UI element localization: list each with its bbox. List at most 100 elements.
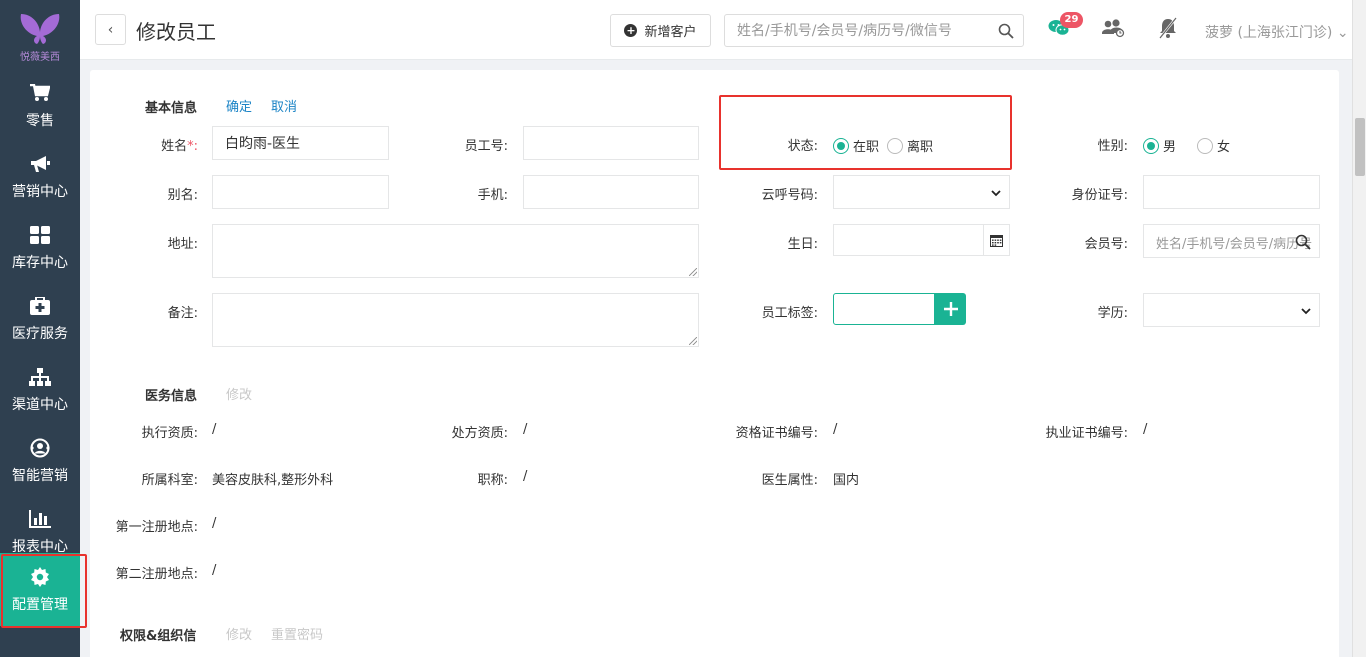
cert-no-value: / — [833, 422, 838, 437]
new-customer-button[interactable]: + 新增客户 — [610, 14, 711, 47]
status-active-radio[interactable]: 在职 — [833, 136, 879, 155]
doctor-attr-label: 医生属性: — [761, 473, 818, 488]
radio-unchecked-icon — [1197, 137, 1213, 154]
remark-textarea[interactable] — [212, 293, 699, 347]
team-icon[interactable] — [1101, 16, 1125, 40]
gender-option-label: 女 — [1217, 140, 1231, 155]
gender-male-radio[interactable]: 男 — [1143, 136, 1176, 155]
status-resigned-radio[interactable]: 离职 — [887, 136, 933, 155]
user-name: 菠萝 (上海张江门诊) — [1205, 25, 1333, 41]
member-placeholder: 姓名/手机号/会员号/病历号 — [1156, 237, 1313, 252]
bell-off-icon[interactable] — [1156, 16, 1180, 40]
confirm-link[interactable]: 确定 — [226, 96, 252, 115]
cart-icon — [29, 82, 51, 104]
medical-edit-link[interactable]: 修改 — [226, 384, 252, 403]
radio-unchecked-icon — [887, 137, 903, 154]
add-tag-button[interactable] — [935, 293, 966, 325]
nav-label: 渠道中心 — [12, 396, 68, 413]
nav-channel[interactable]: 渠道中心 — [0, 354, 80, 425]
address-textarea[interactable] — [212, 224, 699, 278]
chevron-down-icon — [1301, 308, 1311, 315]
radio-checked-icon — [1143, 137, 1159, 154]
practice-qual-value: / — [212, 422, 217, 437]
brand-logo[interactable]: 悦薇美西 — [0, 0, 80, 70]
member-search-input[interactable]: 姓名/手机号/会员号/病历号 — [1143, 224, 1320, 258]
nav-medical[interactable]: 医疗服务 — [0, 283, 80, 354]
license-no-value: / — [1143, 422, 1148, 437]
address-label: 地址: — [167, 237, 198, 252]
cloud-phone-select[interactable] — [833, 175, 1010, 209]
job-title-value: / — [523, 469, 528, 484]
first-reg-label: 第一注册地点: — [115, 520, 198, 535]
practice-qual-label: 执行资质: — [141, 426, 198, 441]
phone-label: 手机: — [477, 188, 508, 203]
remark-label: 备注: — [167, 306, 198, 321]
nav-smart-marketing[interactable]: 智能营销 — [0, 425, 80, 496]
resize-grip-icon[interactable] — [689, 268, 697, 276]
gender-option-label: 男 — [1163, 140, 1177, 155]
second-reg-label: 第二注册地点: — [115, 567, 198, 582]
chevron-left-icon: ‹ — [107, 21, 114, 38]
nav-marketing[interactable]: 营销中心 — [0, 141, 80, 212]
education-select[interactable] — [1143, 293, 1320, 327]
plus-icon — [943, 302, 958, 316]
reset-password-link[interactable]: 重置密码 — [271, 624, 323, 643]
nav-label: 零售 — [26, 112, 54, 129]
plus-circle-icon: + — [624, 24, 638, 37]
search-input[interactable] — [725, 15, 985, 46]
resize-grip-icon[interactable] — [689, 337, 697, 345]
back-button[interactable]: ‹ — [95, 14, 126, 45]
id-card-input[interactable] — [1143, 175, 1320, 209]
gender-female-radio[interactable]: 女 — [1197, 136, 1230, 155]
cert-no-label: 资格证书编号: — [735, 426, 818, 441]
birthday-label: 生日: — [787, 237, 818, 252]
permission-edit-link[interactable]: 修改 — [226, 624, 252, 643]
nav-retail[interactable]: 零售 — [0, 70, 80, 141]
second-reg-value: / — [212, 563, 217, 578]
birthday-input[interactable] — [833, 224, 1010, 256]
cloud-phone-label: 云呼号码: — [761, 188, 818, 203]
education-label: 学历: — [1097, 306, 1128, 321]
department-value: 美容皮肤科,整形外科 — [212, 473, 334, 488]
status-option-label: 在职 — [853, 140, 880, 155]
page-title: 修改员工 — [136, 20, 216, 44]
employee-no-input[interactable] — [523, 126, 699, 160]
edit-employee-panel: 基本信息 确定 取消 姓名*: 白昀雨-医生 员工号: 状态: 在职 离职 性别… — [90, 70, 1339, 657]
id-card-label: 身份证号: — [1071, 188, 1128, 203]
name-input[interactable]: 白昀雨-医生 — [212, 126, 389, 160]
page-scrollbar[interactable] — [1352, 0, 1366, 657]
phone-input[interactable] — [523, 175, 699, 209]
prescription-qual-label: 处方资质: — [451, 426, 508, 441]
top-header: ‹ 修改员工 + 新增客户 29 菠萝 (上海张江门诊) ⌄ — [80, 0, 1352, 60]
nav-config[interactable]: 配置管理 — [0, 553, 87, 628]
first-reg-value: / — [212, 516, 217, 531]
user-circle-icon — [29, 437, 51, 459]
search-icon[interactable] — [1295, 234, 1311, 250]
calendar-icon[interactable] — [983, 225, 1009, 255]
scrollbar-thumb[interactable] — [1355, 118, 1365, 176]
name-label-text: 姓名 — [161, 139, 188, 154]
sidebar: 悦薇美西 零售 营销中心 库存中心 医疗服务 渠道中心 智能营销 报表中心 配置… — [0, 0, 87, 657]
logo-text: 悦薇美西 — [20, 52, 60, 63]
search-icon[interactable] — [998, 23, 1014, 39]
nav-inventory[interactable]: 库存中心 — [0, 212, 80, 283]
notification-badge: 29 — [1060, 12, 1083, 28]
user-menu[interactable]: 菠萝 (上海张江门诊) ⌄ — [1205, 22, 1349, 42]
megaphone-icon — [29, 153, 51, 175]
nav-label: 库存中心 — [12, 254, 68, 271]
gender-label: 性别: — [1097, 139, 1128, 154]
alias-label: 别名: — [167, 188, 198, 203]
alias-input[interactable] — [212, 175, 389, 209]
tag-label: 员工标签: — [761, 306, 818, 321]
employee-tag-input[interactable] — [833, 293, 935, 325]
cancel-link[interactable]: 取消 — [271, 96, 297, 115]
permission-info-title: 权限&组织信 — [120, 629, 197, 644]
nav-label: 智能营销 — [12, 467, 68, 484]
chevron-down-icon — [991, 190, 1001, 197]
nav-label: 医疗服务 — [12, 325, 68, 342]
employee-no-label: 员工号: — [464, 139, 508, 154]
butterfly-logo-icon — [20, 14, 60, 44]
medical-info-title: 医务信息 — [145, 389, 198, 404]
status-label: 状态: — [787, 139, 818, 154]
radio-checked-icon — [833, 137, 849, 154]
